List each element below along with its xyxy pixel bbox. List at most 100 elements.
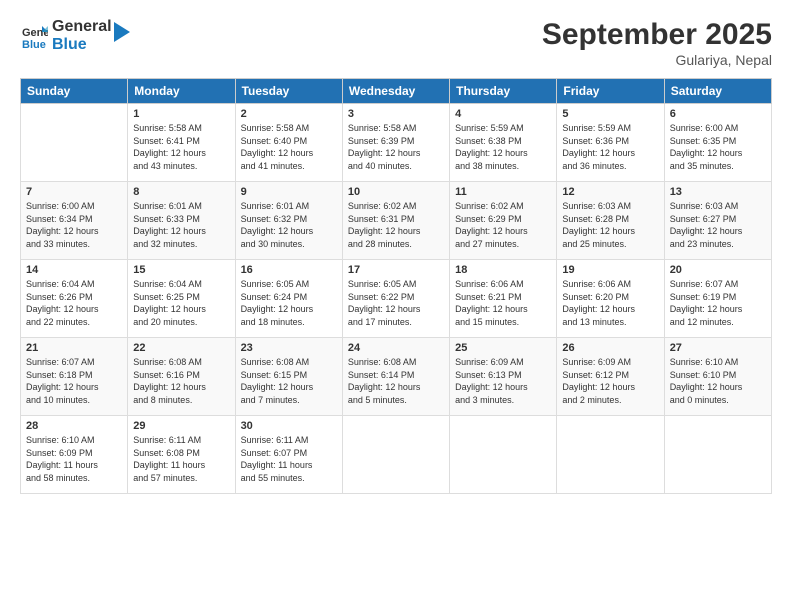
day-number: 19	[562, 264, 658, 276]
calendar-cell: 12 Sunrise: 6:03 AM Sunset: 6:28 PM Dayli…	[557, 182, 664, 260]
day-number: 15	[133, 264, 229, 276]
calendar-cell: 15 Sunrise: 6:04 AM Sunset: 6:25 PM Dayli…	[128, 260, 235, 338]
day-number: 21	[26, 342, 122, 354]
day-number: 3	[348, 108, 444, 120]
cell-details: Sunrise: 6:10 AM Sunset: 6:10 PM Dayligh…	[670, 356, 766, 406]
cell-details: Sunrise: 6:06 AM Sunset: 6:21 PM Dayligh…	[455, 278, 551, 328]
day-number: 18	[455, 264, 551, 276]
logo-arrow-icon	[114, 22, 130, 42]
svg-text:Blue: Blue	[22, 39, 46, 50]
calendar-week-row: 7 Sunrise: 6:00 AM Sunset: 6:34 PM Daylig…	[21, 182, 772, 260]
day-number: 25	[455, 342, 551, 354]
cell-details: Sunrise: 6:02 AM Sunset: 6:31 PM Dayligh…	[348, 200, 444, 250]
calendar-cell: 8 Sunrise: 6:01 AM Sunset: 6:33 PM Daylig…	[128, 182, 235, 260]
cell-details: Sunrise: 6:10 AM Sunset: 6:09 PM Dayligh…	[26, 434, 122, 484]
calendar-cell: 2 Sunrise: 5:58 AM Sunset: 6:40 PM Daylig…	[235, 104, 342, 182]
calendar-cell: 28 Sunrise: 6:10 AM Sunset: 6:09 PM Dayli…	[21, 416, 128, 494]
calendar-cell: 18 Sunrise: 6:06 AM Sunset: 6:21 PM Dayli…	[450, 260, 557, 338]
day-number: 1	[133, 108, 229, 120]
day-number: 11	[455, 186, 551, 198]
month-title: September 2025	[542, 18, 772, 52]
calendar-cell: 6Sunrise: 6:00 AM Sunset: 6:35 PM Daylig…	[664, 104, 771, 182]
calendar-cell: 14Sunrise: 6:04 AM Sunset: 6:26 PM Dayli…	[21, 260, 128, 338]
page: General Blue General Blue September 2025…	[0, 0, 792, 612]
calendar-cell	[450, 416, 557, 494]
cell-details: Sunrise: 6:04 AM Sunset: 6:26 PM Dayligh…	[26, 278, 122, 328]
day-number: 10	[348, 186, 444, 198]
calendar-week-row: 1 Sunrise: 5:58 AM Sunset: 6:41 PM Daylig…	[21, 104, 772, 182]
weekday-header: Tuesday	[235, 79, 342, 104]
cell-details: Sunrise: 6:04 AM Sunset: 6:25 PM Dayligh…	[133, 278, 229, 328]
calendar-cell: 26Sunrise: 6:09 AM Sunset: 6:12 PM Dayli…	[557, 338, 664, 416]
calendar-cell: 27 Sunrise: 6:10 AM Sunset: 6:10 PM Dayli…	[664, 338, 771, 416]
day-number: 27	[670, 342, 766, 354]
calendar-cell: 21 Sunrise: 6:07 AM Sunset: 6:18 PM Dayli…	[21, 338, 128, 416]
calendar-cell: 23Sunrise: 6:08 AM Sunset: 6:15 PM Dayli…	[235, 338, 342, 416]
cell-details: Sunrise: 6:03 AM Sunset: 6:28 PM Dayligh…	[562, 200, 658, 250]
header-row: SundayMondayTuesdayWednesdayThursdayFrid…	[21, 79, 772, 104]
calendar-cell: 24 Sunrise: 6:08 AM Sunset: 6:14 PM Dayli…	[342, 338, 449, 416]
day-number: 13	[670, 186, 766, 198]
cell-details: Sunrise: 6:00 AM Sunset: 6:35 PM Dayligh…	[670, 122, 766, 172]
day-number: 17	[348, 264, 444, 276]
calendar-cell	[557, 416, 664, 494]
weekday-header: Thursday	[450, 79, 557, 104]
cell-details: Sunrise: 6:11 AM Sunset: 6:08 PM Dayligh…	[133, 434, 229, 484]
weekday-header: Saturday	[664, 79, 771, 104]
day-number: 28	[26, 420, 122, 432]
calendar-week-row: 21 Sunrise: 6:07 AM Sunset: 6:18 PM Dayli…	[21, 338, 772, 416]
day-number: 26	[562, 342, 658, 354]
day-number: 4	[455, 108, 551, 120]
calendar-week-row: 14Sunrise: 6:04 AM Sunset: 6:26 PM Dayli…	[21, 260, 772, 338]
calendar-cell	[342, 416, 449, 494]
calendar-cell: 17 Sunrise: 6:05 AM Sunset: 6:22 PM Dayli…	[342, 260, 449, 338]
day-number: 9	[241, 186, 337, 198]
cell-details: Sunrise: 6:11 AM Sunset: 6:07 PM Dayligh…	[241, 434, 337, 484]
calendar-cell: 25 Sunrise: 6:09 AM Sunset: 6:13 PM Dayli…	[450, 338, 557, 416]
day-number: 5	[562, 108, 658, 120]
logo-blue: Blue	[52, 36, 112, 54]
calendar-cell: 11Sunrise: 6:02 AM Sunset: 6:29 PM Dayli…	[450, 182, 557, 260]
weekday-header: Sunday	[21, 79, 128, 104]
calendar-table: SundayMondayTuesdayWednesdayThursdayFrid…	[20, 78, 772, 494]
cell-details: Sunrise: 5:58 AM Sunset: 6:39 PM Dayligh…	[348, 122, 444, 172]
day-number: 29	[133, 420, 229, 432]
cell-details: Sunrise: 6:08 AM Sunset: 6:14 PM Dayligh…	[348, 356, 444, 406]
logo-icon: General Blue	[20, 22, 48, 50]
logo-general: General	[52, 18, 112, 36]
day-number: 7	[26, 186, 122, 198]
calendar-cell: 1 Sunrise: 5:58 AM Sunset: 6:41 PM Daylig…	[128, 104, 235, 182]
cell-details: Sunrise: 6:05 AM Sunset: 6:22 PM Dayligh…	[348, 278, 444, 328]
calendar-cell: 9 Sunrise: 6:01 AM Sunset: 6:32 PM Daylig…	[235, 182, 342, 260]
cell-details: Sunrise: 5:59 AM Sunset: 6:36 PM Dayligh…	[562, 122, 658, 172]
cell-details: Sunrise: 6:07 AM Sunset: 6:18 PM Dayligh…	[26, 356, 122, 406]
calendar-cell: 10 Sunrise: 6:02 AM Sunset: 6:31 PM Dayli…	[342, 182, 449, 260]
weekday-header: Wednesday	[342, 79, 449, 104]
cell-details: Sunrise: 6:06 AM Sunset: 6:20 PM Dayligh…	[562, 278, 658, 328]
cell-details: Sunrise: 6:01 AM Sunset: 6:32 PM Dayligh…	[241, 200, 337, 250]
day-number: 8	[133, 186, 229, 198]
cell-details: Sunrise: 6:03 AM Sunset: 6:27 PM Dayligh…	[670, 200, 766, 250]
header: General Blue General Blue September 2025…	[20, 18, 772, 68]
calendar-cell: 3 Sunrise: 5:58 AM Sunset: 6:39 PM Daylig…	[342, 104, 449, 182]
location: Gulariya, Nepal	[542, 52, 772, 68]
cell-details: Sunrise: 5:58 AM Sunset: 6:41 PM Dayligh…	[133, 122, 229, 172]
cell-details: Sunrise: 6:00 AM Sunset: 6:34 PM Dayligh…	[26, 200, 122, 250]
cell-details: Sunrise: 6:05 AM Sunset: 6:24 PM Dayligh…	[241, 278, 337, 328]
calendar-cell: 29 Sunrise: 6:11 AM Sunset: 6:08 PM Dayli…	[128, 416, 235, 494]
calendar-cell	[664, 416, 771, 494]
cell-details: Sunrise: 5:58 AM Sunset: 6:40 PM Dayligh…	[241, 122, 337, 172]
calendar-cell: 19 Sunrise: 6:06 AM Sunset: 6:20 PM Dayli…	[557, 260, 664, 338]
calendar-cell: 30 Sunrise: 6:11 AM Sunset: 6:07 PM Dayli…	[235, 416, 342, 494]
day-number: 12	[562, 186, 658, 198]
cell-details: Sunrise: 6:01 AM Sunset: 6:33 PM Dayligh…	[133, 200, 229, 250]
day-number: 30	[241, 420, 337, 432]
calendar-cell: 16Sunrise: 6:05 AM Sunset: 6:24 PM Dayli…	[235, 260, 342, 338]
day-number: 2	[241, 108, 337, 120]
calendar-cell: 7 Sunrise: 6:00 AM Sunset: 6:34 PM Daylig…	[21, 182, 128, 260]
calendar-cell: 13 Sunrise: 6:03 AM Sunset: 6:27 PM Dayli…	[664, 182, 771, 260]
cell-details: Sunrise: 6:09 AM Sunset: 6:13 PM Dayligh…	[455, 356, 551, 406]
title-block: September 2025 Gulariya, Nepal	[542, 18, 772, 68]
day-number: 24	[348, 342, 444, 354]
calendar-cell: 5 Sunrise: 5:59 AM Sunset: 6:36 PM Daylig…	[557, 104, 664, 182]
